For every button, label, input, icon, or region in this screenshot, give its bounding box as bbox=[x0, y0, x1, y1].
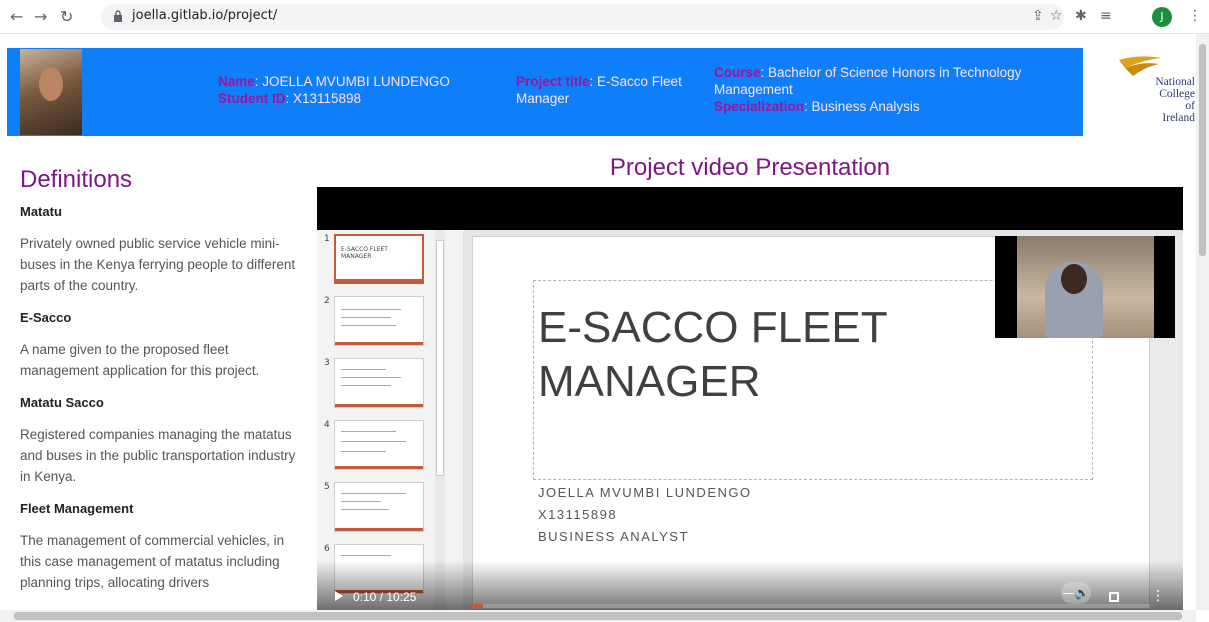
course-value: : Bachelor of Science Honors in Technolo… bbox=[714, 65, 1022, 97]
share-icon[interactable]: ⇪ bbox=[1032, 8, 1044, 24]
specialization-value: : Business Analysis bbox=[804, 99, 920, 114]
slide-number: 2 bbox=[324, 296, 330, 306]
web-page: Name: JOELLA MVUMBI LUNDENGO Student ID:… bbox=[0, 34, 1195, 610]
slide-student-id: X13115898 bbox=[538, 507, 618, 522]
definition-term: E-Sacco bbox=[20, 310, 72, 325]
reading-list-icon[interactable]: ≡ bbox=[1100, 8, 1112, 24]
browser-toolbar: ← → ↻ joella.gitlab.io/project/ ⇪ ☆ ✱ ≡ … bbox=[0, 0, 1209, 34]
url-text: joella.gitlab.io/project/ bbox=[132, 8, 278, 23]
slide-number: 4 bbox=[324, 420, 330, 430]
slide-thumbnail-panel: 1 E-SACCO FLEET MANAGER 2 3 4 5 6 bbox=[317, 230, 463, 610]
project-title-label: Project title bbox=[516, 74, 590, 89]
name-block: Name: JOELLA MVUMBI LUNDENGO Student ID:… bbox=[218, 73, 478, 107]
student-id-label: Student ID bbox=[218, 91, 286, 106]
student-banner: Name: JOELLA MVUMBI LUNDENGO Student ID:… bbox=[7, 48, 1083, 136]
definition-text: A name given to the proposed fleet manag… bbox=[20, 342, 260, 378]
page-vertical-scrollbar[interactable] bbox=[1196, 34, 1209, 610]
slide-thumbnail[interactable] bbox=[334, 296, 424, 346]
address-bar[interactable]: joella.gitlab.io/project/ bbox=[101, 4, 1064, 30]
video-time: 0:10 / 10:25 bbox=[353, 590, 417, 604]
definitions-section: Definitions Matatu Privately owned publi… bbox=[20, 166, 300, 593]
menu-icon[interactable]: ⋮ bbox=[1188, 8, 1202, 24]
forward-icon[interactable]: → bbox=[34, 7, 47, 26]
definition-term: Matatu Sacco bbox=[20, 395, 104, 410]
name-label: Name bbox=[218, 74, 255, 89]
video-progress-bar[interactable] bbox=[472, 604, 1150, 608]
student-id-value: : X13115898 bbox=[285, 91, 362, 106]
profile-avatar[interactable]: J bbox=[1152, 7, 1172, 27]
college-logo-text: National College of Ireland bbox=[1155, 76, 1195, 124]
lock-icon bbox=[114, 10, 122, 22]
more-options-icon[interactable]: ⋮ bbox=[1151, 588, 1165, 604]
video-section-title: Project video Presentation bbox=[609, 154, 891, 181]
slide-author: JOELLA MVUMBI LUNDENGO bbox=[538, 485, 752, 500]
thumbnail-scrollbar[interactable] bbox=[435, 230, 445, 610]
page-horizontal-scrollbar[interactable] bbox=[0, 610, 1196, 622]
webcam-overlay bbox=[995, 236, 1175, 338]
slide-thumbnail[interactable] bbox=[334, 482, 424, 532]
video-player[interactable]: 1 E-SACCO FLEET MANAGER 2 3 4 5 6 E-SACC… bbox=[317, 187, 1183, 610]
slide-role: BUSINESS ANALYST bbox=[538, 529, 689, 544]
fullscreen-icon[interactable] bbox=[1109, 592, 1119, 602]
slide-thumbnail[interactable]: E-SACCO FLEET MANAGER bbox=[334, 234, 424, 284]
slide-number: 3 bbox=[324, 358, 330, 368]
bookmark-star-icon[interactable]: ☆ bbox=[1050, 8, 1063, 24]
course-label: Course bbox=[714, 65, 761, 80]
definition-term: Fleet Management bbox=[20, 501, 134, 516]
definition-term: Matatu bbox=[20, 204, 62, 219]
slide-number: 1 bbox=[324, 234, 330, 244]
project-block: Project title: E-Sacco Fleet Manager bbox=[516, 73, 696, 107]
slide-thumbnail[interactable] bbox=[334, 420, 424, 470]
extensions-icon[interactable]: ✱ bbox=[1075, 8, 1087, 24]
definition-text: Privately owned public service vehicle m… bbox=[20, 236, 296, 293]
definitions-heading: Definitions bbox=[20, 166, 133, 193]
slide-title: E-SACCO FLEET MANAGER bbox=[538, 303, 888, 406]
reload-icon[interactable]: ↻ bbox=[60, 7, 73, 26]
slide-number: 6 bbox=[324, 544, 330, 554]
play-icon[interactable] bbox=[335, 591, 343, 601]
specialization-label: Specialization bbox=[714, 99, 805, 114]
slide-number: 5 bbox=[324, 482, 330, 492]
name-value: : JOELLA MVUMBI LUNDENGO bbox=[254, 74, 450, 89]
video-controls: 0:10 / 10:25 —🔊 ⋮ bbox=[317, 560, 1183, 610]
definition-text: The management of commercial vehicles, i… bbox=[20, 533, 285, 590]
slide-thumbnail[interactable] bbox=[334, 358, 424, 408]
definition-text: Registered companies managing the matatu… bbox=[20, 427, 296, 484]
volume-icon[interactable]: —🔊 bbox=[1061, 582, 1091, 604]
student-photo bbox=[20, 49, 82, 135]
course-block: Course: Bachelor of Science Honors in Te… bbox=[714, 64, 1044, 115]
back-icon[interactable]: ← bbox=[10, 7, 23, 26]
